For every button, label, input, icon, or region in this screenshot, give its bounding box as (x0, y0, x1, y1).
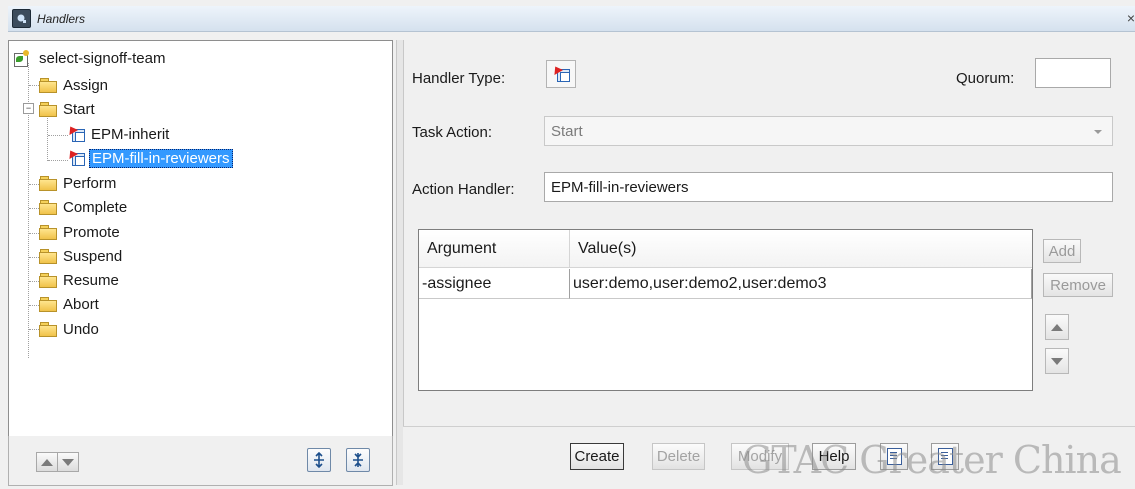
tree-item-complete[interactable]: Complete (39, 196, 129, 218)
tree-item-label: Abort (63, 295, 99, 313)
tree-item-label-selected: EPM-fill-in-reviewers (89, 148, 233, 168)
table-cell-values[interactable]: user:demo,user:demo2,user:demo3 (569, 269, 1032, 299)
tree-item-start[interactable]: Start (39, 98, 97, 120)
tree-item-epm-inherit[interactable]: EPM-inherit (65, 123, 171, 145)
handler-type-button[interactable] (546, 60, 576, 88)
copy-button[interactable] (880, 443, 908, 470)
task-action-select[interactable]: Start (544, 116, 1113, 146)
tree-line (48, 135, 68, 136)
split-divider[interactable] (396, 40, 404, 485)
arrow-down-icon (62, 458, 74, 466)
tree-root[interactable]: select-signoff-team (13, 47, 167, 69)
table-cell-argument[interactable]: -assignee (419, 269, 569, 299)
folder-icon (39, 273, 57, 288)
task-action-label: Task Action: (412, 124, 493, 141)
remove-button[interactable]: Remove (1043, 273, 1113, 297)
tree-item-assign[interactable]: Assign (39, 74, 110, 96)
paste-button[interactable] (931, 443, 959, 470)
tree-item-suspend[interactable]: Suspend (39, 245, 124, 267)
collapse-toggle[interactable]: − (23, 103, 34, 114)
action-handler-label: Action Handler: (412, 181, 515, 198)
handler-icon (65, 147, 85, 166)
tree-line (47, 116, 48, 161)
move-argument-down-button[interactable] (1045, 348, 1069, 374)
arrow-up-icon (1051, 323, 1063, 331)
tree-item-label: EPM-inherit (91, 125, 170, 143)
folder-icon (39, 322, 57, 337)
tree-item-label: Resume (63, 271, 119, 289)
clipboard-icon (937, 448, 953, 465)
tree-item-perform[interactable]: Perform (39, 172, 118, 194)
folder-icon (39, 249, 57, 264)
tree-item-promote[interactable]: Promote (39, 221, 122, 243)
tree-item-undo[interactable]: Undo (39, 318, 101, 340)
app-icon (12, 9, 31, 28)
title-bar: Handlers × (8, 6, 1135, 32)
task-action-value: Start (551, 122, 583, 140)
tree-item-label: Perform (63, 174, 117, 192)
tree-item-label: Suspend (63, 247, 123, 265)
tree-item-label: Promote (63, 223, 120, 241)
tree-item-resume[interactable]: Resume (39, 269, 121, 291)
quorum-label: Quorum: (956, 70, 1015, 87)
folder-icon (39, 176, 57, 191)
folder-icon (39, 225, 57, 240)
process-template-icon (13, 50, 31, 67)
tree-item-label: Assign (63, 76, 109, 94)
close-icon[interactable]: × (1127, 10, 1135, 26)
move-up-button[interactable] (36, 452, 58, 472)
handler-type-label: Handler Type: (412, 70, 506, 87)
folder-icon (39, 200, 57, 215)
document-icon (886, 448, 902, 465)
quorum-input[interactable] (1035, 58, 1111, 88)
tree-item-abort[interactable]: Abort (39, 293, 101, 315)
move-down-button[interactable] (57, 452, 79, 472)
arrow-down-icon (1051, 357, 1063, 365)
chevron-down-icon (1094, 130, 1102, 134)
folder-icon (39, 78, 57, 93)
tree-item-epm-fill-in-reviewers[interactable]: EPM-fill-in-reviewers (65, 147, 233, 169)
help-button[interactable]: Help (812, 443, 856, 470)
collapse-all-button[interactable] (346, 448, 370, 472)
tree-item-label: Undo (63, 320, 99, 338)
window-title: Handlers (37, 11, 86, 26)
column-header-argument[interactable]: Argument (419, 230, 569, 268)
tree-toolbar (8, 436, 393, 486)
collapse-icon (353, 453, 363, 467)
move-argument-up-button[interactable] (1045, 314, 1069, 340)
modify-button[interactable]: Modify (731, 443, 789, 470)
arrow-up-icon (41, 458, 53, 466)
create-button[interactable]: Create (570, 443, 624, 470)
arguments-table[interactable]: Argument Value(s) -assignee user:demo,us… (418, 229, 1033, 391)
add-button[interactable]: Add (1043, 239, 1081, 263)
tree-root-label: select-signoff-team (39, 49, 166, 67)
folder-icon (39, 297, 57, 312)
handler-icon (65, 123, 85, 142)
tree-line (48, 160, 68, 161)
folder-open-icon (39, 102, 57, 117)
expand-all-button[interactable] (307, 448, 331, 472)
action-handler-field[interactable]: EPM-fill-in-reviewers (544, 172, 1113, 202)
tree-item-label: Complete (63, 198, 128, 216)
tree-item-label: Start (63, 100, 95, 118)
delete-button[interactable]: Delete (652, 443, 705, 470)
expand-icon (314, 452, 324, 468)
task-tree[interactable]: select-signoff-team Assign − Start EPM-i… (8, 40, 393, 437)
column-header-values[interactable]: Value(s) (569, 230, 1032, 268)
handler-icon (550, 63, 570, 82)
